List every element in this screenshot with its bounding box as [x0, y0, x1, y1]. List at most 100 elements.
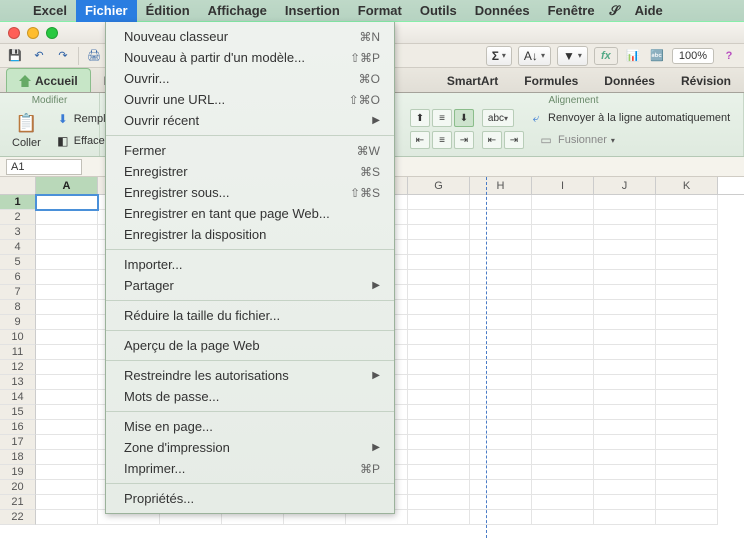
cell[interactable] [594, 270, 656, 285]
file-menu-item[interactable]: Propriétés... [106, 488, 394, 509]
cell[interactable] [532, 420, 594, 435]
cell[interactable] [594, 300, 656, 315]
cell[interactable] [470, 300, 532, 315]
cell[interactable] [656, 420, 718, 435]
align-bottom-button[interactable]: ⬇ [454, 109, 474, 127]
window-zoom-button[interactable] [46, 27, 58, 39]
cell[interactable] [594, 435, 656, 450]
cell[interactable] [408, 345, 470, 360]
cell[interactable] [656, 450, 718, 465]
align-top-button[interactable]: ⬆ [410, 109, 430, 127]
cell[interactable] [470, 450, 532, 465]
file-menu-item[interactable]: Enregistrer en tant que page Web... [106, 203, 394, 224]
file-menu-item[interactable]: Partager▶ [106, 275, 394, 296]
wrap-text-button[interactable]: ⤶Renvoyer à la ligne automatiquement [522, 108, 736, 128]
cell[interactable] [408, 450, 470, 465]
menu-app[interactable]: Excel [24, 0, 76, 22]
cell[interactable] [532, 255, 594, 270]
fx-icon[interactable]: fx [594, 47, 618, 65]
redo-icon[interactable]: ↷ [54, 47, 72, 65]
file-menu-item[interactable]: Mise en page... [106, 416, 394, 437]
menu-fenetre[interactable]: Fenêtre [539, 0, 604, 22]
cell[interactable] [594, 465, 656, 480]
cell[interactable] [470, 285, 532, 300]
cell[interactable] [408, 420, 470, 435]
align-left-button[interactable]: ⇤ [410, 131, 430, 149]
cell[interactable] [470, 225, 532, 240]
row-header[interactable]: 16 [0, 420, 36, 435]
menu-insertion[interactable]: Insertion [276, 0, 349, 22]
row-header[interactable]: 21 [0, 495, 36, 510]
cell[interactable] [532, 330, 594, 345]
tab-revision[interactable]: Révision [668, 68, 744, 92]
menu-affichage[interactable]: Affichage [199, 0, 276, 22]
cell[interactable] [532, 240, 594, 255]
row-header[interactable]: 5 [0, 255, 36, 270]
cell[interactable] [408, 210, 470, 225]
cell[interactable] [36, 210, 98, 225]
undo-icon[interactable]: ↶ [30, 47, 48, 65]
row-header[interactable]: 18 [0, 450, 36, 465]
cell[interactable] [594, 285, 656, 300]
row-header[interactable]: 8 [0, 300, 36, 315]
row-header[interactable]: 22 [0, 510, 36, 525]
cell[interactable] [532, 225, 594, 240]
row-header[interactable]: 20 [0, 480, 36, 495]
file-menu-item[interactable]: Nouveau à partir d'un modèle...⇧⌘P [106, 47, 394, 68]
cell[interactable] [594, 420, 656, 435]
cell[interactable] [656, 390, 718, 405]
file-menu-item[interactable]: Réduire la taille du fichier... [106, 305, 394, 326]
cell[interactable] [594, 195, 656, 210]
window-minimize-button[interactable] [27, 27, 39, 39]
cell[interactable] [36, 450, 98, 465]
file-menu-item[interactable]: Ouvrir récent▶ [106, 110, 394, 131]
window-close-button[interactable] [8, 27, 20, 39]
cell[interactable] [594, 225, 656, 240]
autosum-button[interactable]: Σ▾ [486, 46, 512, 66]
cell[interactable] [532, 435, 594, 450]
cell[interactable] [408, 285, 470, 300]
cell[interactable] [470, 510, 532, 525]
cell[interactable] [470, 405, 532, 420]
cell[interactable] [594, 495, 656, 510]
cell[interactable] [408, 270, 470, 285]
menu-format[interactable]: Format [349, 0, 411, 22]
cell[interactable] [36, 420, 98, 435]
cell[interactable] [656, 210, 718, 225]
cell[interactable] [532, 390, 594, 405]
cell[interactable] [656, 375, 718, 390]
cell[interactable] [408, 495, 470, 510]
cell[interactable] [656, 195, 718, 210]
row-header[interactable]: 6 [0, 270, 36, 285]
cell[interactable] [532, 300, 594, 315]
cell[interactable] [470, 435, 532, 450]
cell[interactable] [532, 510, 594, 525]
cell[interactable] [470, 360, 532, 375]
cell[interactable] [656, 330, 718, 345]
row-header[interactable]: 13 [0, 375, 36, 390]
file-menu-item[interactable]: Ouvrir...⌘O [106, 68, 394, 89]
cell[interactable] [594, 390, 656, 405]
cell[interactable] [36, 390, 98, 405]
menu-fichier[interactable]: Fichier [76, 0, 137, 22]
cell[interactable] [656, 405, 718, 420]
file-menu-item[interactable]: Imprimer...⌘P [106, 458, 394, 479]
col-header-G[interactable]: G [408, 177, 470, 194]
cell[interactable] [470, 195, 532, 210]
orientation-button[interactable]: abc▾ [482, 109, 514, 127]
cell[interactable] [36, 255, 98, 270]
print-icon[interactable]: 🖨 [85, 47, 103, 65]
cell[interactable] [532, 315, 594, 330]
row-header[interactable]: 1 [0, 195, 36, 210]
cell[interactable] [408, 240, 470, 255]
file-menu-item[interactable]: Enregistrer sous...⇧⌘S [106, 182, 394, 203]
cell[interactable] [36, 405, 98, 420]
file-menu-item[interactable]: Importer... [106, 254, 394, 275]
cell[interactable] [594, 330, 656, 345]
row-header[interactable]: 19 [0, 465, 36, 480]
cell[interactable] [532, 465, 594, 480]
cell[interactable] [532, 480, 594, 495]
cell[interactable] [656, 270, 718, 285]
tab-accueil[interactable]: Accueil [6, 68, 91, 92]
file-menu-item[interactable]: Fermer⌘W [106, 140, 394, 161]
